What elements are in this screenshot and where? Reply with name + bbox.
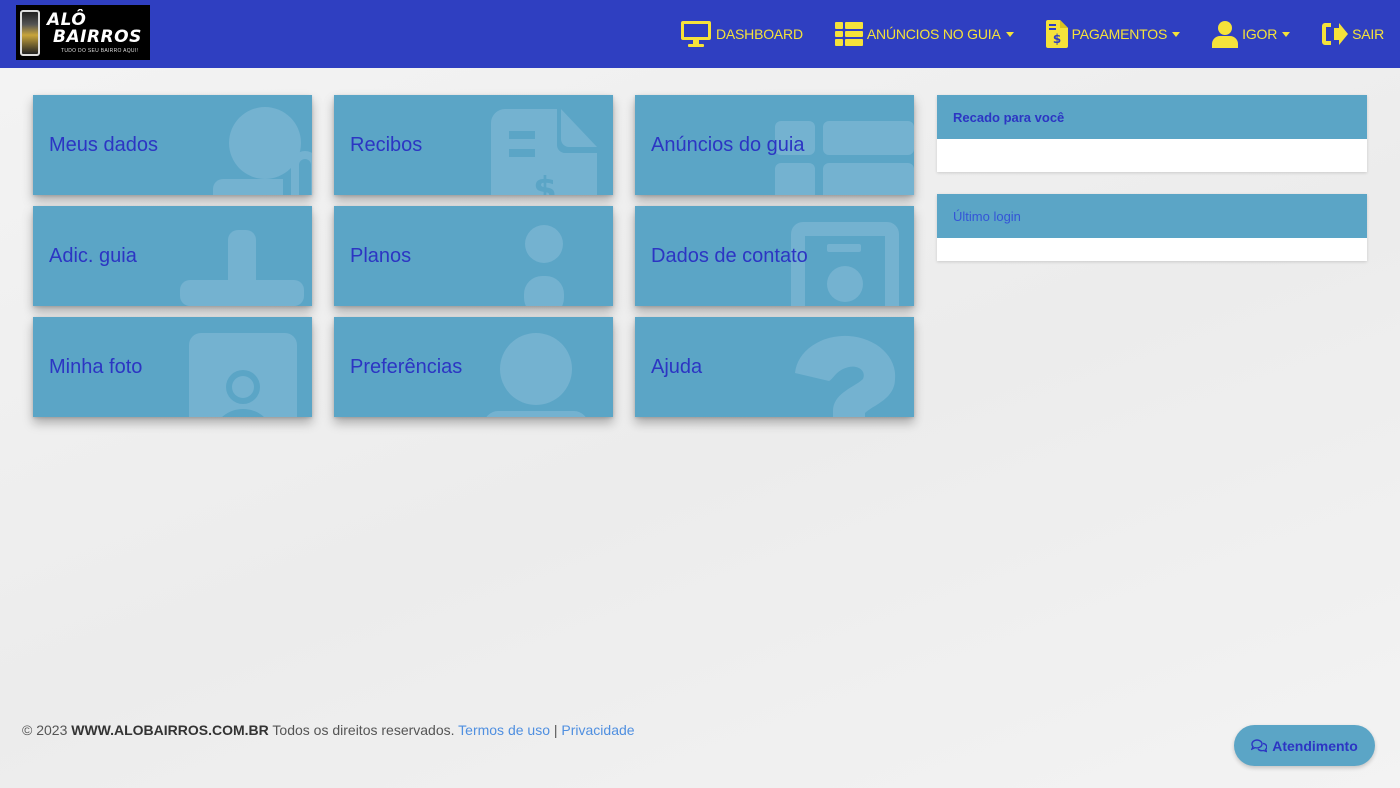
chevron-down-icon	[1172, 31, 1181, 37]
atendimento-button[interactable]: Atendimento	[1234, 725, 1375, 766]
chevron-down-icon	[1282, 31, 1291, 37]
tile-label: Adic. guia	[49, 245, 137, 267]
info-icon	[524, 225, 564, 306]
comments-icon	[1251, 738, 1268, 752]
tile-recibos[interactable]: $ Recibos	[334, 95, 613, 195]
user-cog-icon	[486, 333, 586, 417]
desktop-icon	[681, 21, 711, 47]
tile-label: Recibos	[350, 134, 423, 156]
tile-planos[interactable]: Planos	[334, 206, 613, 306]
nav-logout[interactable]: SAIR	[1322, 23, 1384, 45]
tile-preferencias[interactable]: Preferências	[334, 317, 613, 417]
portrait-icon	[189, 333, 297, 417]
tile-label: Minha foto	[49, 356, 143, 378]
nav-anuncios[interactable]: ANÚNCIOS NO GUIA	[834, 22, 1014, 46]
ultimo-login-card-title: Último login	[953, 208, 1021, 224]
footer: © 2023 WWW.ALOBAIRROS.COM.BR Todos os di…	[22, 722, 635, 738]
nav-user-menu[interactable]: IGOR	[1212, 20, 1291, 48]
terms-link[interactable]: Termos de uso	[458, 722, 550, 738]
tile-label: Dados de contato	[651, 245, 808, 267]
recado-card: Recado para você	[937, 95, 1367, 172]
logo-tagline: TUDO DO SEU BAIRRO AQUI!	[61, 47, 139, 54]
footer-rights: Todos os direitos reservados.	[272, 722, 455, 738]
logo-line2: BAIRROS	[53, 26, 142, 47]
svg-text:$: $	[1052, 32, 1060, 46]
atendimento-label: Atendimento	[1272, 737, 1358, 754]
invoice-dollar-icon: $	[491, 109, 597, 195]
phone-logo-icon	[20, 9, 40, 56]
footer-site: WWW.ALOBAIRROS.COM.BR	[71, 722, 269, 738]
user-lock-icon	[213, 107, 312, 195]
svg-text:$: $	[533, 170, 557, 195]
ultimo-login-card-header: Último login	[937, 194, 1367, 238]
invoice-dollar-icon: $	[1045, 20, 1068, 48]
plus-icon	[180, 230, 304, 306]
nav-dashboard[interactable]: DASHBOARD	[680, 20, 803, 48]
top-navbar: ALÔ BAIRROS TUDO DO SEU BAIRRO AQUI! DAS…	[0, 0, 1400, 68]
sign-out-icon	[1322, 23, 1349, 45]
tile-anuncios-do-guia[interactable]: Anúncios do guia	[635, 95, 914, 195]
tile-label: Anúncios do guia	[651, 134, 805, 156]
tile-dados-de-contato[interactable]: Dados de contato	[635, 206, 914, 306]
nav-anuncios-label: ANÚNCIOS NO GUIA	[866, 26, 1001, 42]
tile-minha-foto[interactable]: Minha foto	[33, 317, 312, 417]
question-icon	[795, 335, 896, 417]
footer-separator: |	[553, 722, 558, 738]
site-logo[interactable]: ALÔ BAIRROS TUDO DO SEU BAIRRO AQUI!	[16, 5, 150, 60]
tile-ajuda[interactable]: Ajuda	[635, 317, 914, 417]
user-icon	[1212, 21, 1239, 48]
nav-pagamentos-label: PAGAMENTOS	[1071, 26, 1168, 42]
tile-label: Preferências	[350, 356, 463, 378]
recado-card-header: Recado para você	[937, 95, 1367, 139]
main-nav: DASHBOARD ANÚNCIOS NO GUIA $ PAGAMENTOS …	[648, 0, 1384, 68]
tile-label: Ajuda	[651, 356, 703, 378]
nav-logout-label: SAIR	[1352, 26, 1384, 42]
nav-pagamentos[interactable]: $ PAGAMENTOS	[1045, 20, 1181, 48]
chevron-down-icon	[1005, 31, 1014, 37]
logo-line1: ALÔ	[47, 9, 87, 30]
tile-adic-guia[interactable]: Adic. guia	[33, 206, 312, 306]
th-list-icon	[834, 22, 863, 46]
ultimo-login-card: Último login	[937, 194, 1367, 261]
nav-dashboard-label: DASHBOARD	[716, 26, 803, 42]
nav-user-label: IGOR	[1242, 26, 1278, 42]
footer-copyright: © 2023	[22, 722, 68, 738]
th-list-icon	[775, 121, 914, 195]
privacy-link[interactable]: Privacidade	[561, 722, 634, 738]
tile-label: Planos	[350, 245, 412, 267]
recado-card-title: Recado para você	[953, 109, 1065, 125]
tile-meus-dados[interactable]: Meus dados	[33, 95, 312, 195]
logo-text: ALÔ BAIRROS TUDO DO SEU BAIRRO AQUI!	[47, 9, 142, 54]
tile-label: Meus dados	[49, 134, 158, 156]
